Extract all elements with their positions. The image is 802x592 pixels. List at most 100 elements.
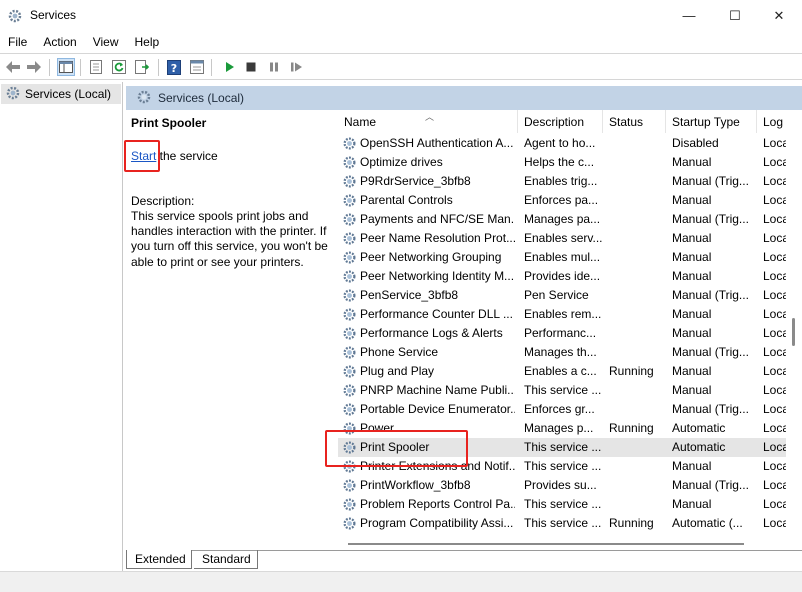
service-name-cell: Peer Networking Identity M... bbox=[360, 269, 515, 283]
service-gear-icon bbox=[342, 212, 357, 227]
service-startup-type-cell: Manual (Trig... bbox=[672, 478, 749, 492]
service-status-cell: Running bbox=[609, 421, 654, 435]
pane-header: Services (Local) bbox=[126, 86, 802, 110]
service-description-cell: Provides su... bbox=[524, 478, 597, 492]
table-row[interactable]: Portable Device Enumerator... Enforces gr… bbox=[338, 400, 802, 419]
table-row[interactable]: Payments and NFC/SE Man... Manages pa... M… bbox=[338, 210, 802, 229]
table-row[interactable]: Problem Reports Control Pa... This servic… bbox=[338, 495, 802, 514]
table-row[interactable]: Program Compatibility Assi... This servic… bbox=[338, 514, 802, 533]
service-status-cell bbox=[609, 210, 667, 229]
service-startup-type-cell: Manual bbox=[672, 193, 712, 207]
console-tree: Services (Local) bbox=[0, 82, 123, 592]
table-row[interactable]: Peer Name Resolution Prot... Enables serv… bbox=[338, 229, 802, 248]
service-description-cell: Manages th... bbox=[524, 345, 597, 359]
window-title: Services bbox=[30, 8, 77, 22]
toolbar-separator bbox=[158, 59, 159, 76]
table-row[interactable]: PrintWorkflow_3bfb8 Provides su... Manual … bbox=[338, 476, 802, 495]
service-startup-type-cell: Disabled bbox=[672, 136, 719, 150]
column-header-log-on-as[interactable]: Log bbox=[757, 110, 802, 133]
table-row[interactable]: Performance Counter DLL ... Enables rem..… bbox=[338, 305, 802, 324]
service-description-cell: Performanc... bbox=[524, 326, 597, 340]
service-name-cell: PrintWorkflow_3bfb8 bbox=[360, 478, 471, 492]
service-name-cell: Payments and NFC/SE Man... bbox=[360, 212, 515, 226]
service-status-cell bbox=[609, 476, 667, 495]
table-row[interactable]: Parental Controls Enforces pa... Manual Loc… bbox=[338, 191, 802, 210]
service-status-cell bbox=[609, 438, 667, 457]
tab-standard[interactable]: Standard bbox=[194, 550, 258, 569]
table-row[interactable]: Plug and Play Enables a c... Running Manual… bbox=[338, 362, 802, 381]
table-row[interactable]: PenService_3bfb8 Pen Service Manual (Trig.… bbox=[338, 286, 802, 305]
service-status-cell bbox=[609, 457, 667, 476]
column-header-startup-type[interactable]: Startup Type bbox=[666, 110, 757, 133]
service-name-cell: Problem Reports Control Pa... bbox=[360, 497, 515, 511]
table-row[interactable]: Optimize drives Helps the c... Manual Loca bbox=[338, 153, 802, 172]
service-startup-type-cell: Automatic (... bbox=[672, 516, 743, 530]
service-description-cell: Enables rem... bbox=[524, 307, 602, 321]
column-headers: ︿ Name Description Status Startup Type L… bbox=[338, 110, 802, 133]
status-bar bbox=[0, 571, 802, 592]
service-startup-type-cell: Automatic bbox=[672, 440, 726, 454]
service-startup-type-cell: Manual bbox=[672, 231, 712, 245]
service-startup-type-cell: Manual bbox=[672, 326, 712, 340]
table-row[interactable]: Peer Networking Identity M... Provides id… bbox=[338, 267, 802, 286]
service-description-cell: Enables mul... bbox=[524, 250, 601, 264]
service-gear-icon bbox=[342, 307, 357, 322]
service-status-cell bbox=[609, 153, 667, 172]
service-name-cell: PNRP Machine Name Publi... bbox=[360, 383, 515, 397]
stop-service-icon[interactable] bbox=[242, 58, 260, 76]
show-hide-console-tree-icon[interactable] bbox=[57, 58, 75, 76]
view-icon[interactable] bbox=[188, 58, 206, 76]
menu-view[interactable]: View bbox=[85, 31, 127, 53]
service-status-cell: Running bbox=[609, 364, 654, 378]
toolbar-separator bbox=[80, 59, 81, 76]
column-header-status[interactable]: Status bbox=[603, 110, 666, 133]
pause-service-icon[interactable] bbox=[265, 58, 283, 76]
vertical-scroll-thumb[interactable] bbox=[792, 318, 795, 346]
service-description-cell: Manages pa... bbox=[524, 212, 601, 226]
service-gear-icon bbox=[342, 364, 357, 379]
service-status-cell bbox=[609, 248, 667, 267]
menu-action[interactable]: Action bbox=[35, 31, 84, 53]
vertical-scrollbar[interactable] bbox=[786, 134, 802, 538]
close-button[interactable]: ✕ bbox=[756, 0, 802, 31]
column-header-description[interactable]: Description bbox=[518, 110, 603, 133]
table-row[interactable]: Phone Service Manages th... Manual (Trig..… bbox=[338, 343, 802, 362]
start-service-icon[interactable] bbox=[220, 58, 238, 76]
export-list-icon[interactable] bbox=[134, 58, 152, 76]
minimize-button[interactable]: — bbox=[666, 0, 712, 31]
table-row[interactable]: OpenSSH Authentication A... Agent to ho..… bbox=[338, 134, 802, 153]
service-status-cell bbox=[609, 324, 667, 343]
service-startup-type-cell: Manual (Trig... bbox=[672, 212, 749, 226]
tab-extended[interactable]: Extended bbox=[126, 550, 192, 569]
service-status-cell bbox=[609, 229, 667, 248]
tree-item-services-local[interactable]: Services (Local) bbox=[1, 84, 121, 104]
table-row[interactable]: Peer Networking Grouping Enables mul... Ma… bbox=[338, 248, 802, 267]
service-name-cell: Peer Networking Grouping bbox=[360, 250, 502, 264]
description-text: This service spools print jobs and handl… bbox=[131, 209, 328, 269]
table-row[interactable]: PNRP Machine Name Publi... This service .… bbox=[338, 381, 802, 400]
menu-help[interactable]: Help bbox=[127, 31, 168, 53]
start-link-highlight-box bbox=[124, 140, 160, 172]
menu-file[interactable]: File bbox=[0, 31, 35, 53]
table-row[interactable]: P9RdrService_3bfb8 Enables trig... Manual … bbox=[338, 172, 802, 191]
maximize-button[interactable]: ☐ bbox=[712, 0, 758, 31]
forward-icon[interactable] bbox=[25, 58, 43, 76]
properties-icon[interactable] bbox=[87, 58, 105, 76]
service-description-cell: Manages p... bbox=[524, 421, 594, 435]
service-name-cell: Phone Service bbox=[360, 345, 439, 359]
service-startup-type-cell: Manual bbox=[672, 307, 712, 321]
column-header-name[interactable]: Name bbox=[338, 110, 518, 133]
refresh-icon[interactable] bbox=[110, 58, 128, 76]
service-gear-icon bbox=[342, 193, 357, 208]
tree-item-label: Services (Local) bbox=[25, 87, 112, 101]
table-row[interactable]: Performance Logs & Alerts Performanc... Ma… bbox=[338, 324, 802, 343]
service-name-cell: Parental Controls bbox=[360, 193, 453, 207]
horizontal-scrollbar[interactable] bbox=[338, 538, 802, 550]
service-gear-icon bbox=[342, 288, 357, 303]
restart-service-icon[interactable] bbox=[288, 58, 306, 76]
help-icon[interactable]: ? bbox=[165, 58, 183, 76]
back-icon[interactable] bbox=[4, 58, 22, 76]
service-name-cell: P9RdrService_3bfb8 bbox=[360, 174, 471, 188]
horizontal-scroll-thumb[interactable] bbox=[348, 543, 744, 545]
service-startup-type-cell: Manual bbox=[672, 269, 712, 283]
